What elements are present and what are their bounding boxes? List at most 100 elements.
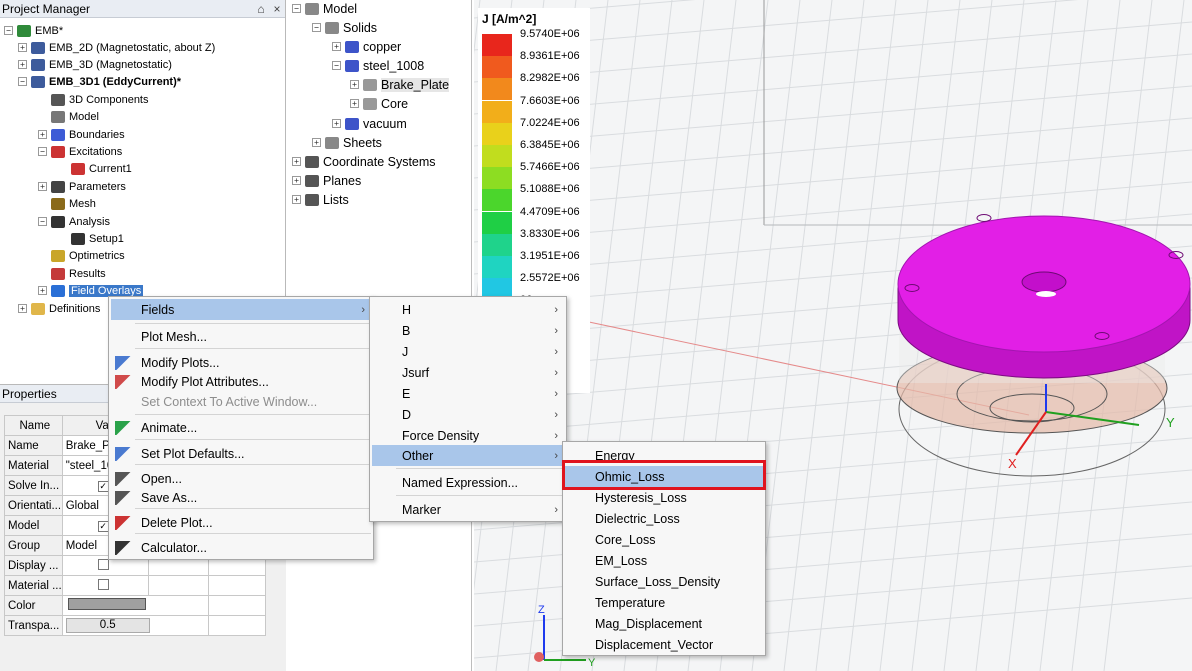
tree-item-emb[interactable]: − EMB* [4, 22, 63, 39]
tree-item-mesh[interactable]: Mesh [38, 195, 96, 212]
tree-item-analysis[interactable]: − Analysis [38, 213, 110, 230]
tree-item-vacuum[interactable]: + vacuum [332, 114, 407, 133]
tree-item-excitations[interactable]: − Excitations [38, 143, 122, 160]
menu-item-jsurf[interactable]: Jsurf › [372, 362, 564, 383]
menu-item-mag-displacement[interactable]: Mag_Displacement [565, 613, 763, 634]
menu-item-surface-loss-density[interactable]: Surface_Loss_Density [565, 571, 763, 592]
menu-item-d[interactable]: D › [372, 404, 564, 425]
expander-icon[interactable]: + [312, 138, 321, 147]
expander-icon[interactable]: + [350, 80, 359, 89]
expander-icon[interactable]: + [18, 43, 27, 52]
tree-item-model[interactable]: Model [38, 108, 99, 125]
menu-item-marker[interactable]: Marker › [372, 499, 564, 520]
tree-item-coordinate-systems[interactable]: + Coordinate Systems [292, 152, 436, 171]
menu-item-em-loss[interactable]: EM_Loss [565, 550, 763, 571]
menu-item-save-as[interactable]: Save As... [111, 487, 371, 508]
property-checkbox[interactable] [97, 578, 109, 590]
expander-icon[interactable]: + [18, 304, 27, 313]
menu-item-label: Hysteresis_Loss [595, 490, 687, 505]
menu-item-j[interactable]: J › [372, 341, 564, 362]
tree-item-solids[interactable]: − Solids [312, 18, 377, 37]
expander-icon[interactable]: − [332, 61, 341, 70]
menu-item-h[interactable]: H › [372, 299, 564, 320]
menu-item-set-context-to-active-window[interactable]: Set Context To Active Window... [111, 391, 371, 412]
menu-item-displacement-vector[interactable]: Displacement_Vector [565, 634, 763, 655]
setup1-icon [71, 232, 85, 245]
tree-item-core[interactable]: + Core [350, 94, 408, 113]
legend-value: 8.2982E+06 [520, 72, 580, 85]
legend-value: 2.5572E+06 [520, 272, 580, 285]
menu-item-open[interactable]: Open... [111, 468, 371, 489]
tree-item-lists[interactable]: + Lists [292, 190, 349, 209]
menu-item-dielectric-loss[interactable]: Dielectric_Loss [565, 508, 763, 529]
menu-item-plot-mesh[interactable]: Plot Mesh... [111, 326, 371, 347]
expander-icon[interactable]: − [292, 4, 301, 13]
submenu-arrow-icon: › [554, 429, 558, 442]
tree-item-brake-plate[interactable]: + Brake_Plate [350, 75, 450, 94]
menu-item-e[interactable]: E › [372, 383, 564, 404]
expander-icon[interactable]: − [38, 147, 47, 156]
menu-item-named-expression[interactable]: Named Expression... [372, 472, 564, 493]
tree-item-label: EMB_3D (Magnetostatic) [49, 58, 172, 71]
expander-icon[interactable]: + [292, 195, 301, 204]
menu-item-b[interactable]: B › [372, 320, 564, 341]
animate-icon [115, 420, 135, 435]
menu-item-animate[interactable]: Animate... [111, 417, 371, 438]
expander-icon[interactable]: − [18, 77, 27, 86]
menu-item-temperature[interactable]: Temperature [565, 592, 763, 613]
tree-item-emb-3d-magnetostatic[interactable]: + EMB_3D (Magnetostatic) [18, 56, 172, 73]
expander-icon[interactable]: + [332, 119, 341, 128]
property-checkbox[interactable] [97, 558, 109, 570]
menu-item-other[interactable]: Other › [372, 445, 564, 466]
menu-item-core-loss[interactable]: Core_Loss [565, 529, 763, 550]
expander-icon[interactable]: + [292, 176, 301, 185]
menu-item-force-density[interactable]: Force Density › [372, 425, 564, 446]
tree-item-label: Excitations [69, 145, 123, 158]
transparency-button[interactable]: 0.5 [65, 618, 150, 633]
tree-item-planes[interactable]: + Planes [292, 171, 361, 190]
tree-item-3d-components[interactable]: 3D Components [38, 91, 149, 108]
tree-item-steel-1008[interactable]: − steel_1008 [332, 56, 424, 75]
menu-item-label: Force Density [402, 428, 480, 443]
tree-item-boundaries[interactable]: + Boundaries [38, 126, 125, 143]
menu-item-hysteresis-loss[interactable]: Hysteresis_Loss [565, 487, 763, 508]
tree-item-current1[interactable]: Current1 [58, 160, 132, 177]
expander-icon[interactable]: − [38, 217, 47, 226]
expander-icon[interactable]: − [4, 26, 13, 35]
tree-item-sheets[interactable]: + Sheets [312, 133, 382, 152]
expander-icon[interactable]: + [38, 182, 47, 191]
tree-item-results[interactable]: Results [38, 265, 106, 282]
property-value[interactable] [61, 595, 209, 616]
menu-icon-slot [115, 330, 135, 344]
parameters-icon [51, 180, 65, 193]
tree-item-parameters[interactable]: + Parameters [38, 178, 126, 195]
menu-item-modify-plots[interactable]: Modify Plots... [111, 352, 371, 373]
menu-item-set-plot-defaults[interactable]: Set Plot Defaults... [111, 443, 371, 464]
expander-icon[interactable]: + [350, 99, 359, 108]
tree-item-setup1[interactable]: Setup1 [58, 230, 124, 247]
menu-item-delete-plot[interactable]: Delete Plot... [111, 512, 371, 533]
expander-icon[interactable]: − [312, 23, 321, 32]
expander-icon[interactable]: + [332, 42, 341, 51]
close-icon[interactable]: × [269, 2, 285, 16]
pin-icon[interactable]: ⌂ [253, 2, 269, 16]
triad-x-marker [534, 652, 544, 662]
expander-icon[interactable]: + [38, 130, 47, 139]
menu-item-fields[interactable]: Fields › [111, 299, 371, 320]
tree-item-model[interactable]: − Model [292, 0, 357, 18]
tree-item-optimetrics[interactable]: Optimetrics [38, 247, 125, 264]
tree-item-copper[interactable]: + copper [332, 37, 401, 56]
tree-item-emb-3d1-eddycurrent[interactable]: − EMB_3D1 (EddyCurrent)* [18, 73, 181, 90]
tree-item-emb-2d-magnetostatic-about-z[interactable]: + EMB_2D (Magnetostatic, about Z) [18, 39, 215, 56]
expander-icon[interactable]: + [18, 60, 27, 69]
color-swatch[interactable] [67, 598, 146, 610]
menu-separator [135, 439, 371, 440]
expander-icon[interactable]: + [38, 286, 47, 295]
property-value[interactable]: 0.5 [61, 615, 209, 636]
tree-item-definitions[interactable]: + Definitions [18, 300, 100, 317]
property-value[interactable] [61, 575, 149, 596]
expander-icon[interactable]: + [292, 157, 301, 166]
model-icon [51, 110, 65, 123]
menu-item-calculator[interactable]: Calculator... [111, 537, 371, 558]
menu-item-modify-plot-attributes[interactable]: Modify Plot Attributes... [111, 371, 371, 392]
